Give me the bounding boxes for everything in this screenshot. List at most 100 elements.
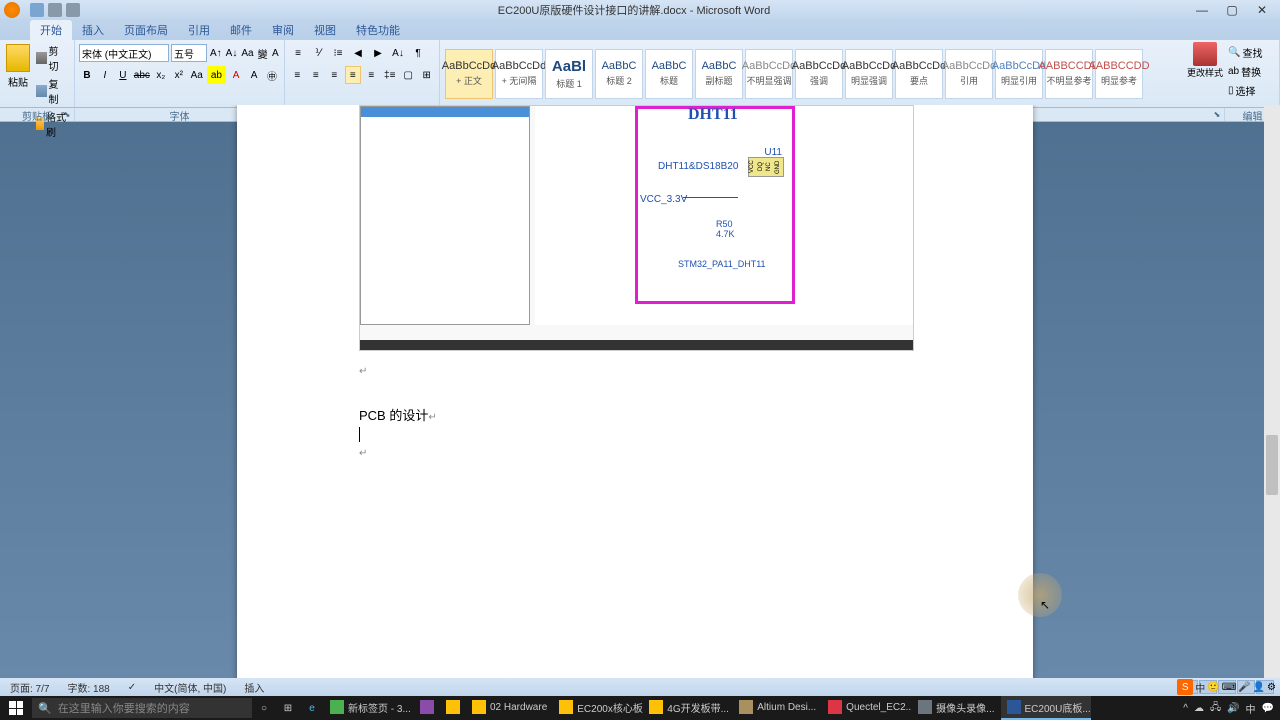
embedded-image[interactable]: DHT11 U11 DHT11&DS18B20 VCC DQ NC GND VC…: [359, 105, 914, 351]
taskbar-item-0[interactable]: 新标签页 - 3...: [324, 696, 414, 720]
superscript-button[interactable]: x²: [171, 66, 187, 84]
strikethrough-button[interactable]: abc: [133, 66, 151, 84]
style-item-5[interactable]: AaBbC副标题: [695, 49, 743, 99]
clear-format-button[interactable]: Aa: [240, 44, 254, 62]
taskbar-item-6[interactable]: Altium Desi...: [733, 696, 822, 720]
char-shading-button[interactable]: A: [246, 66, 262, 84]
tab-references[interactable]: 引用: [178, 20, 220, 40]
multilevel-button[interactable]: ⁝≡: [329, 44, 347, 62]
align-left-button[interactable]: ≡: [289, 66, 306, 84]
style-item-11[interactable]: AaBbCcDd明显引用: [995, 49, 1043, 99]
ime-mic-icon[interactable]: 🎤: [1238, 682, 1250, 693]
show-marks-button[interactable]: ¶: [409, 44, 427, 62]
shrink-font-button[interactable]: A↓: [225, 44, 239, 62]
char-border-button[interactable]: A: [271, 44, 280, 62]
office-icon[interactable]: [4, 2, 20, 18]
style-item-2[interactable]: AaBl标题 1: [545, 49, 593, 99]
tray-ime-icon[interactable]: 中: [1246, 701, 1256, 716]
tab-mailings[interactable]: 邮件: [220, 20, 262, 40]
tray-notifications-icon[interactable]: 💬: [1262, 703, 1274, 714]
redo-icon[interactable]: [66, 3, 80, 17]
distribute-button[interactable]: ≡: [363, 66, 380, 84]
close-button[interactable]: ✕: [1248, 2, 1276, 18]
change-case-button[interactable]: Aa: [189, 66, 205, 84]
style-item-10[interactable]: AaBbCcDd引用: [945, 49, 993, 99]
status-mode[interactable]: 插入: [240, 680, 268, 695]
phonetic-button[interactable]: 變: [257, 44, 269, 62]
text-cursor[interactable]: [359, 425, 360, 442]
align-center-button[interactable]: ≡: [308, 66, 325, 84]
status-spellcheck-icon[interactable]: ✓: [124, 682, 140, 693]
scroll-thumb[interactable]: [1266, 435, 1278, 495]
minimize-button[interactable]: —: [1188, 2, 1216, 18]
font-color-button[interactable]: A: [228, 66, 244, 84]
taskbar-item-9[interactable]: EC200U底板...: [1001, 696, 1091, 720]
borders-button[interactable]: ⊞: [419, 66, 436, 84]
tab-insert[interactable]: 插入: [72, 20, 114, 40]
subscript-button[interactable]: x₂: [153, 66, 169, 84]
taskbar-item-8[interactable]: 摄像头录像...: [912, 696, 1000, 720]
tab-home[interactable]: 开始: [30, 20, 72, 40]
tray-network-icon[interactable]: 🖧: [1210, 700, 1221, 717]
undo-icon[interactable]: [48, 3, 62, 17]
taskbar-item-4[interactable]: EC200x核心板: [553, 696, 643, 720]
style-item-12[interactable]: AABBCCDD不明显参考: [1045, 49, 1093, 99]
style-item-13[interactable]: AABBCCDD明显参考: [1095, 49, 1143, 99]
change-styles-button[interactable]: 更改样式: [1185, 40, 1225, 107]
style-item-7[interactable]: AaBbCcDd强调: [795, 49, 843, 99]
sort-button[interactable]: A↓: [389, 44, 407, 62]
cortana-icon[interactable]: ○: [252, 696, 276, 720]
ime-punct[interactable]: 🙂: [1207, 682, 1219, 693]
taskbar-search[interactable]: 🔍 在这里输入你要搜索的内容: [32, 698, 252, 718]
body-text-1[interactable]: PCB 的设计↵: [359, 405, 437, 424]
bullets-button[interactable]: ≡: [289, 44, 307, 62]
italic-button[interactable]: I: [97, 66, 113, 84]
enclose-char-button[interactable]: ㊥: [264, 66, 280, 84]
style-item-3[interactable]: AaBbC标题 2: [595, 49, 643, 99]
taskbar-item-2[interactable]: [440, 696, 466, 720]
style-item-0[interactable]: AaBbCcDd+ 正文: [445, 49, 493, 99]
style-item-8[interactable]: AaBbCcDd明显强调: [845, 49, 893, 99]
edge-icon[interactable]: e: [300, 696, 324, 720]
tray-chevron-icon[interactable]: ^: [1183, 703, 1188, 714]
select-button[interactable]: ▯选择: [1227, 82, 1277, 99]
status-language[interactable]: 中文(简体, 中国): [150, 680, 230, 695]
grow-font-button[interactable]: A↑: [209, 44, 223, 62]
font-name-select[interactable]: [79, 44, 169, 62]
decrease-indent-button[interactable]: ◀: [349, 44, 367, 62]
replace-button[interactable]: ab替换: [1227, 63, 1277, 80]
bold-button[interactable]: B: [79, 66, 95, 84]
vertical-scrollbar[interactable]: [1264, 105, 1280, 678]
numbering-button[interactable]: ⅟: [309, 44, 327, 62]
tab-view[interactable]: 视图: [304, 20, 346, 40]
font-size-select[interactable]: [171, 44, 207, 62]
align-right-button[interactable]: ≡: [326, 66, 343, 84]
copy-button[interactable]: 复制: [32, 75, 70, 107]
taskbar-item-1[interactable]: [414, 696, 440, 720]
ime-skin-icon[interactable]: 👤: [1253, 682, 1265, 693]
taskbar-item-5[interactable]: 4G开发板带...: [643, 696, 733, 720]
status-words[interactable]: 字数: 188: [63, 680, 113, 695]
tab-special[interactable]: 特色功能: [346, 20, 410, 40]
sogou-icon[interactable]: S: [1177, 679, 1193, 695]
document-page[interactable]: DHT11 U11 DHT11&DS18B20 VCC DQ NC GND VC…: [237, 105, 1033, 678]
line-spacing-button[interactable]: ‡≡: [382, 66, 399, 84]
save-icon[interactable]: [30, 3, 44, 17]
taskbar-item-3[interactable]: 02 Hardware: [466, 696, 553, 720]
increase-indent-button[interactable]: ▶: [369, 44, 387, 62]
highlight-button[interactable]: ab: [207, 66, 226, 84]
taskbar-item-7[interactable]: Quectel_EC2...: [822, 696, 912, 720]
task-view-icon[interactable]: ⊞: [276, 696, 300, 720]
style-item-6[interactable]: AaBbCcDd不明显强调: [745, 49, 793, 99]
start-button[interactable]: [0, 696, 32, 720]
style-item-4[interactable]: AaBbC标题: [645, 49, 693, 99]
tab-review[interactable]: 审阅: [262, 20, 304, 40]
shading-button[interactable]: ▢: [400, 66, 417, 84]
find-button[interactable]: 🔍查找: [1227, 44, 1277, 61]
underline-button[interactable]: U: [115, 66, 131, 84]
ime-lang[interactable]: 中: [1195, 680, 1205, 695]
tab-page-layout[interactable]: 页面布局: [114, 20, 178, 40]
maximize-button[interactable]: ▢: [1218, 2, 1246, 18]
ime-keyboard-icon[interactable]: ⌨: [1222, 682, 1236, 693]
status-page[interactable]: 页面: 7/7: [6, 680, 53, 695]
